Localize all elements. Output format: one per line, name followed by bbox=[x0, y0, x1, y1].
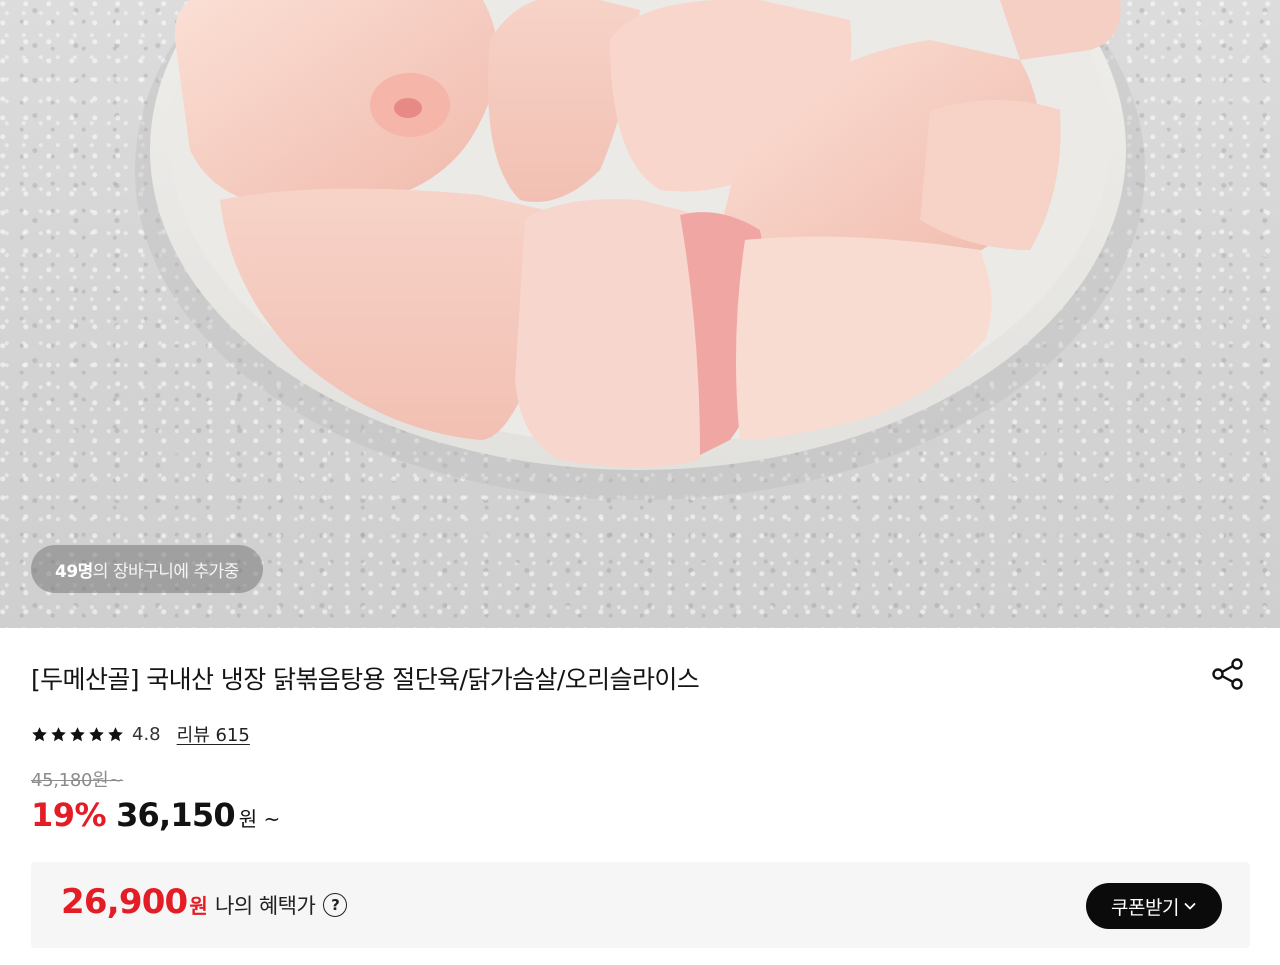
benefit-price-box: 26,900 원 나의 혜택가 ? 쿠폰받기 bbox=[31, 862, 1250, 948]
star-icon bbox=[89, 726, 104, 741]
benefit-label-group: 나의 혜택가 ? bbox=[215, 890, 348, 920]
sale-price-unit: 원 ~ bbox=[238, 807, 281, 831]
star-icon bbox=[32, 726, 47, 741]
star-icon bbox=[51, 726, 66, 741]
product-image[interactable]: 49명 의 장바구니에 추가중 bbox=[0, 0, 1280, 628]
chicken-plate-illustration bbox=[135, 0, 1145, 500]
review-count-link[interactable]: 리뷰 615 bbox=[177, 721, 250, 747]
sale-price-row: 19% 36,150 원 ~ bbox=[31, 796, 280, 840]
get-coupon-button[interactable]: 쿠폰받기 bbox=[1086, 883, 1222, 929]
star-rating bbox=[31, 726, 124, 743]
product-title: [두메산골] 국내산 냉장 닭볶음탕용 절단육/닭가슴살/오리슬라이스 bbox=[31, 665, 700, 694]
original-price: 45,180원~ bbox=[31, 770, 124, 791]
share-icon bbox=[1212, 658, 1243, 690]
rating-row: 4.8 리뷰 615 bbox=[31, 720, 250, 748]
chevron-down-icon bbox=[1184, 903, 1196, 910]
discount-rate: 19% bbox=[31, 796, 107, 834]
cart-count: 49명 bbox=[55, 561, 93, 582]
benefit-price-unit: 원 bbox=[189, 894, 208, 918]
help-icon[interactable]: ? bbox=[323, 893, 348, 917]
share-button[interactable] bbox=[1208, 654, 1248, 694]
cart-added-badge: 49명 의 장바구니에 추가중 bbox=[31, 545, 263, 593]
star-icon bbox=[70, 726, 85, 741]
sale-price: 36,150 bbox=[116, 796, 235, 834]
cart-badge-text: 의 장바구니에 추가중 bbox=[92, 561, 240, 582]
rating-value: 4.8 bbox=[132, 723, 161, 745]
star-icon bbox=[108, 726, 123, 741]
coupon-button-label: 쿠폰받기 bbox=[1111, 896, 1179, 919]
benefit-price: 26,900 원 bbox=[61, 882, 208, 922]
benefit-price-value: 26,900 bbox=[61, 882, 188, 922]
benefit-label: 나의 혜택가 bbox=[215, 894, 316, 918]
